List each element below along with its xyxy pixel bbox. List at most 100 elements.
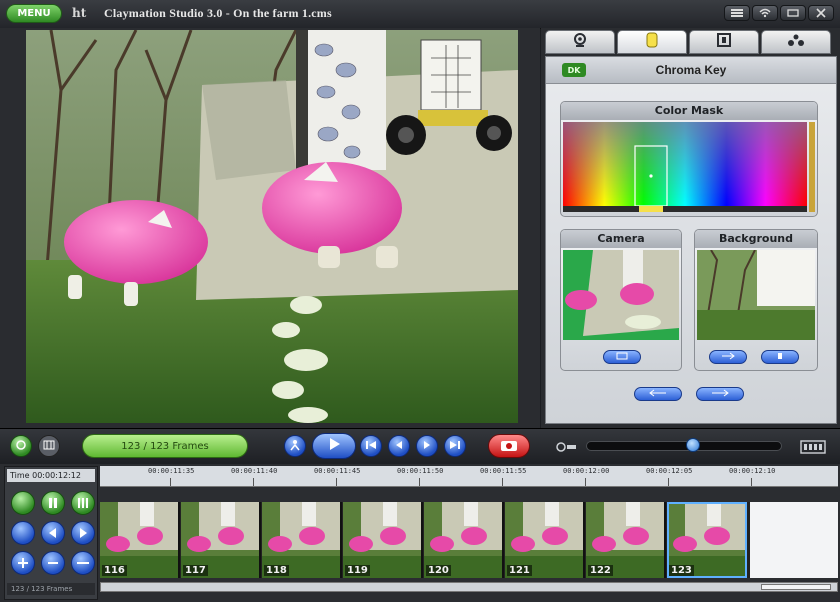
frame-thumbnail[interactable]: 120 [424, 502, 504, 578]
timeline-status: 123 / 123 Frames [7, 583, 95, 595]
panel-header: DK Chroma Key [546, 57, 836, 84]
color-mask-box: Color Mask [560, 101, 818, 217]
stop-button[interactable] [71, 491, 95, 515]
color-spectrum[interactable] [563, 122, 807, 212]
skip-forward-icon [449, 440, 461, 453]
background-preview [697, 250, 815, 340]
ruler-tick-label: 00:00:12:10 [729, 467, 776, 475]
pause-button[interactable] [41, 491, 65, 515]
play-icon [327, 437, 341, 455]
frame-thumbnail[interactable]: 121 [505, 502, 585, 578]
next-frame-button[interactable] [416, 435, 438, 457]
frame-thumbnail[interactable]: 116 [100, 502, 180, 578]
dash-icon [77, 562, 89, 564]
capture-button[interactable] [488, 434, 530, 458]
frame-thumbnail[interactable]: 122 [586, 502, 666, 578]
ruler-tick-label: 00:00:11:55 [480, 467, 527, 475]
ruler-tick-label: 00:00:11:45 [314, 467, 361, 475]
step-back-icon [393, 440, 405, 453]
color-mask-title: Color Mask [561, 102, 817, 120]
ruler-tick [751, 478, 752, 486]
menu-button[interactable]: MENU [6, 4, 62, 23]
frame-thumbnail[interactable]: 118 [262, 502, 342, 578]
tab-film[interactable] [689, 30, 759, 54]
volume-slider[interactable] [586, 441, 782, 451]
skip-back-icon [365, 440, 377, 453]
undo-button[interactable] [11, 521, 35, 545]
delete-frame-button[interactable] [71, 551, 95, 575]
color-key-icon [646, 32, 658, 52]
timeline-controls: Time 00:00:12:12 123 / 123 Frames [4, 466, 98, 600]
ruler-tick [585, 478, 586, 486]
ruler-tick [502, 478, 503, 486]
wifi-icon[interactable] [752, 5, 778, 21]
reset-button[interactable] [634, 387, 682, 401]
panel-title: Chroma Key [655, 63, 727, 77]
scrollbar-thumb[interactable] [761, 584, 831, 590]
timeline-button-grid [11, 491, 95, 577]
title-bar: MENU ht Claymation Studio 3.0 - On the f… [0, 0, 840, 29]
step-forward-icon [421, 440, 433, 453]
background-title: Background [695, 230, 817, 248]
effects-icon [787, 33, 805, 51]
last-frame-button[interactable] [444, 435, 466, 457]
volume-icon [556, 439, 578, 458]
grid-icon [43, 440, 55, 453]
forward-button[interactable] [71, 521, 95, 545]
frame-thumbnail[interactable]: 123 [667, 502, 747, 578]
ruler-tick [419, 478, 420, 486]
transport-bar: 123 / 123 Frames [0, 428, 840, 465]
rewind-icon [49, 528, 56, 538]
zoom-out-button[interactable] [41, 551, 65, 575]
apply-button[interactable] [696, 387, 744, 401]
frame-number: 116 [102, 565, 127, 576]
reset-icon [649, 389, 667, 399]
frame-counter: 123 / 123 Frames [82, 434, 248, 458]
frame-number: 121 [507, 565, 532, 576]
ruler-tick-label: 00:00:11:35 [148, 467, 195, 475]
tab-effects[interactable] [761, 30, 831, 54]
grid-button[interactable] [38, 435, 60, 457]
chroma-key-panel: DK Chroma Key Color Mask Camera Backgrou… [545, 56, 837, 424]
timeline-ruler[interactable]: 00:00:11:35 00:00:11:40 00:00:11:45 00:00:1… [100, 466, 838, 487]
background-prev-button[interactable] [709, 350, 747, 364]
frame-number: 118 [264, 565, 289, 576]
camera-capture-button[interactable] [603, 350, 641, 364]
apply-icon [711, 389, 729, 399]
mask-slider[interactable] [809, 122, 815, 212]
tab-chroma-key[interactable] [617, 30, 687, 54]
time-readout: Time 00:00:12:12 [7, 469, 95, 482]
background-box: Background [694, 229, 818, 371]
webcam-icon [572, 33, 588, 51]
loop-button[interactable] [284, 435, 306, 457]
timeline-scrollbar[interactable] [100, 582, 838, 592]
frame-thumbnail[interactable]: 119 [343, 502, 423, 578]
app-logo: ht [72, 6, 87, 20]
add-frame-button[interactable] [11, 491, 35, 515]
camera-preview [563, 250, 679, 340]
prev-frame-button[interactable] [388, 435, 410, 457]
ruler-tick [170, 478, 171, 486]
first-frame-button[interactable] [360, 435, 382, 457]
ruler-tick-label: 00:00:12:05 [646, 467, 693, 475]
camera-box: Camera [560, 229, 682, 371]
frame-number: 123 [669, 565, 694, 576]
film-strip-icon[interactable] [800, 439, 826, 458]
side-panel: DK Chroma Key Color Mask Camera Backgrou… [541, 28, 840, 428]
play-button[interactable] [312, 433, 356, 459]
onion-skin-button[interactable] [10, 435, 32, 457]
open-icon [775, 352, 785, 362]
background-open-button[interactable] [761, 350, 799, 364]
tab-camera[interactable] [545, 30, 615, 54]
frame-thumbnail[interactable]: 117 [181, 502, 261, 578]
person-icon [289, 439, 301, 454]
menu-icon[interactable] [724, 5, 750, 21]
minimize-icon[interactable] [780, 5, 806, 21]
timeline: Time 00:00:12:12 123 / 123 Frames 00:00:… [0, 464, 840, 602]
zoom-in-button[interactable] [11, 551, 35, 575]
empty-frame-area [750, 502, 838, 578]
rewind-button[interactable] [41, 521, 65, 545]
volume-slider-thumb[interactable] [686, 438, 700, 452]
ruler-tick-label: 00:00:12:00 [563, 467, 610, 475]
close-icon[interactable] [808, 5, 834, 21]
